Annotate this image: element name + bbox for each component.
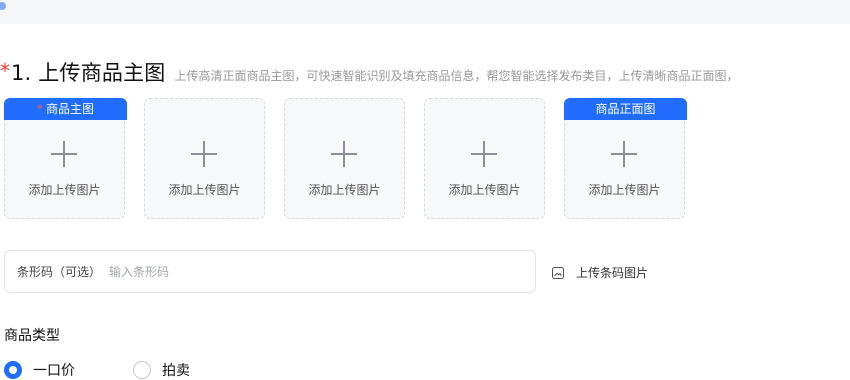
radio-checked-icon (4, 361, 22, 379)
upload-label: 添加上传图片 (448, 183, 521, 197)
radio-fixed-price[interactable]: 一口价 (4, 360, 75, 380)
upload-label: 添加上传图片 (588, 183, 661, 197)
upload-barcode-button[interactable]: 上传条码图片 (552, 264, 648, 281)
upload-label: 添加上传图片 (168, 183, 241, 197)
section-hint: 上传高清正面商品主图，可快速智能识别及填充商品信息，帮您智能选择发布类目，上传清… (174, 69, 739, 83)
card-tag-front: 商品正面图 (564, 98, 687, 120)
barcode-field: 条形码（可选） (4, 250, 536, 293)
upload-card-main[interactable]: * 商品主图 添加上传图片 (4, 98, 127, 219)
section-heading: * 1. 上传商品主图 上传高清正面商品主图，可快速智能识别及填充商品信息，帮您… (0, 57, 739, 85)
card-tag-main: * 商品主图 (4, 98, 127, 120)
radio-unchecked-icon (133, 361, 151, 379)
upload-card-4[interactable]: 添加上传图片 (424, 98, 545, 219)
plus-icon (469, 139, 499, 169)
plus-icon (609, 139, 639, 169)
plus-icon (189, 139, 219, 169)
upload-barcode-label: 上传条码图片 (576, 266, 649, 280)
radio-label: 一口价 (33, 363, 75, 379)
image-icon (552, 266, 564, 279)
image-upload-row: * 商品主图 添加上传图片 添加上传图片 添加上传图片 添加上传图片 商品正面图 … (4, 98, 687, 219)
upload-card-front[interactable]: 商品正面图 添加上传图片 (564, 98, 687, 219)
radio-label: 拍卖 (162, 363, 190, 379)
section-title: 1. 上传商品主图 (11, 61, 166, 85)
radio-auction[interactable]: 拍卖 (133, 360, 190, 380)
product-type-label: 商品类型 (4, 328, 60, 344)
upload-label: 添加上传图片 (308, 183, 381, 197)
required-star: * (36, 102, 43, 116)
required-mark: * (0, 59, 10, 83)
plus-icon (329, 139, 359, 169)
barcode-input[interactable] (107, 263, 492, 280)
top-band (0, 0, 850, 24)
barcode-label: 条形码（可选） (17, 265, 102, 279)
plus-icon (49, 139, 79, 169)
upload-card-3[interactable]: 添加上传图片 (284, 98, 405, 219)
product-type-options: 一口价 拍卖 (4, 360, 190, 380)
card-tag-label: 商品主图 (45, 102, 94, 116)
upload-card-2[interactable]: 添加上传图片 (144, 98, 265, 219)
upload-label: 添加上传图片 (28, 183, 101, 197)
card-tag-label: 商品正面图 (595, 102, 656, 116)
